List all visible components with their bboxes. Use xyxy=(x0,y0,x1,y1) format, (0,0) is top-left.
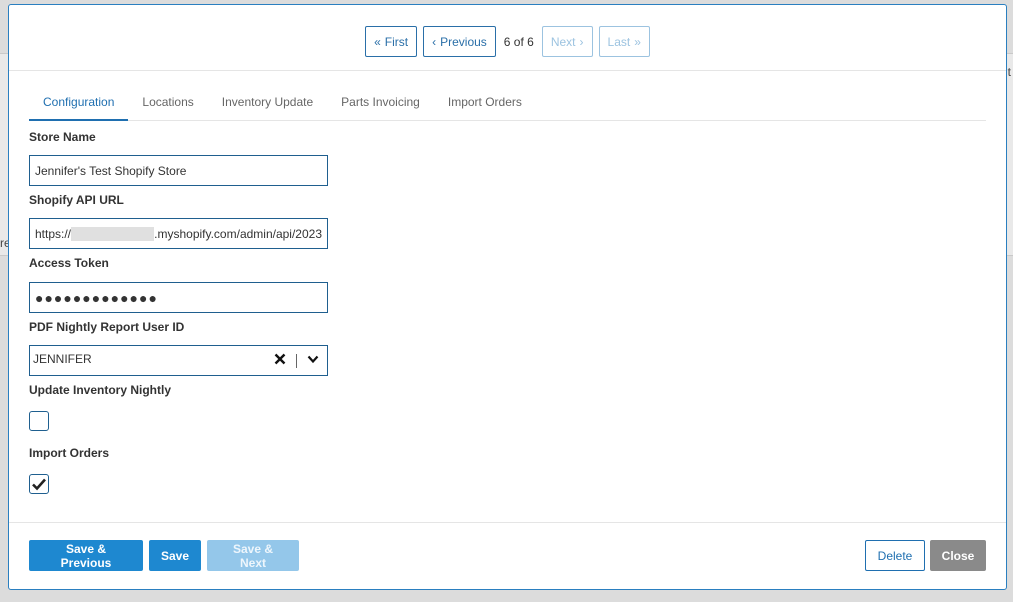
tab-parts-invoicing[interactable]: Parts Invoicing xyxy=(327,91,434,121)
last-label: Last xyxy=(607,34,631,49)
pdf-user-label: PDF Nightly Report User ID xyxy=(29,320,185,334)
api-url-input[interactable]: https:// .myshopify.com/admin/api/2023 xyxy=(29,218,328,249)
next-button[interactable]: Next › xyxy=(541,26,593,57)
first-button[interactable]: « First xyxy=(365,26,418,57)
pdf-user-select[interactable]: JENNIFER xyxy=(29,345,328,376)
store-name-input[interactable]: Jennifer's Test Shopify Store xyxy=(29,155,328,186)
save-button[interactable]: Save xyxy=(149,540,201,571)
access-token-input[interactable]: ●●●●●●●●●●●●● xyxy=(29,282,328,313)
chevron-right-icon: › xyxy=(579,34,584,49)
tab-bar: Configuration Locations Inventory Update… xyxy=(29,91,986,121)
tab-locations[interactable]: Locations xyxy=(128,91,207,121)
select-separator xyxy=(296,353,297,368)
previous-button[interactable]: ‹ Previous xyxy=(423,26,496,57)
api-url-prefix: https:// xyxy=(35,226,72,241)
record-count: 6 of 6 xyxy=(503,34,534,49)
store-name-label: Store Name xyxy=(29,130,96,144)
access-token-value: ●●●●●●●●●●●●● xyxy=(35,289,158,306)
tab-configuration[interactable]: Configuration xyxy=(29,91,129,121)
select-controls xyxy=(274,346,319,375)
tab-inventory-update[interactable]: Inventory Update xyxy=(208,91,327,121)
update-inventory-label: Update Inventory Nightly xyxy=(29,383,172,397)
api-url-suffix: .myshopify.com/admin/api/2023 xyxy=(154,226,322,241)
modal-header: « First ‹ Previous 6 of 6 Next › Last » xyxy=(9,5,1006,71)
delete-button[interactable]: Delete xyxy=(865,540,925,571)
first-label: First xyxy=(384,34,409,49)
import-orders-label: Import Orders xyxy=(29,446,110,460)
pdf-user-value: JENNIFER xyxy=(33,352,92,366)
save-next-button[interactable]: Save & Next xyxy=(207,540,299,571)
last-button[interactable]: Last » xyxy=(598,26,650,57)
checkmark-icon xyxy=(32,478,46,491)
double-chevron-right-icon: » xyxy=(634,34,641,49)
record-pager: « First ‹ Previous 6 of 6 Next › Last » xyxy=(9,26,1006,57)
store-name-value: Jennifer's Test Shopify Store xyxy=(35,163,187,178)
modal-footer: Save & Previous Save Save & Next Delete … xyxy=(9,522,1006,590)
update-inventory-checkbox[interactable] xyxy=(29,411,49,431)
double-chevron-left-icon: « xyxy=(374,34,381,49)
api-url-label: Shopify API URL xyxy=(29,193,124,207)
save-previous-button[interactable]: Save & Previous xyxy=(29,540,143,571)
chevron-left-icon: ‹ xyxy=(432,34,437,49)
redacted-block xyxy=(71,226,155,241)
tab-import-orders[interactable]: Import Orders xyxy=(434,91,536,121)
chevron-down-icon[interactable] xyxy=(307,353,319,368)
store-config-modal: « First ‹ Previous 6 of 6 Next › Last » … xyxy=(8,4,1007,590)
previous-label: Previous xyxy=(440,34,487,49)
access-token-label: Access Token xyxy=(29,256,109,270)
close-button[interactable]: Close xyxy=(930,540,986,571)
clear-x-icon[interactable] xyxy=(274,353,286,368)
next-label: Next xyxy=(550,34,576,49)
import-orders-checkbox[interactable] xyxy=(29,474,49,494)
